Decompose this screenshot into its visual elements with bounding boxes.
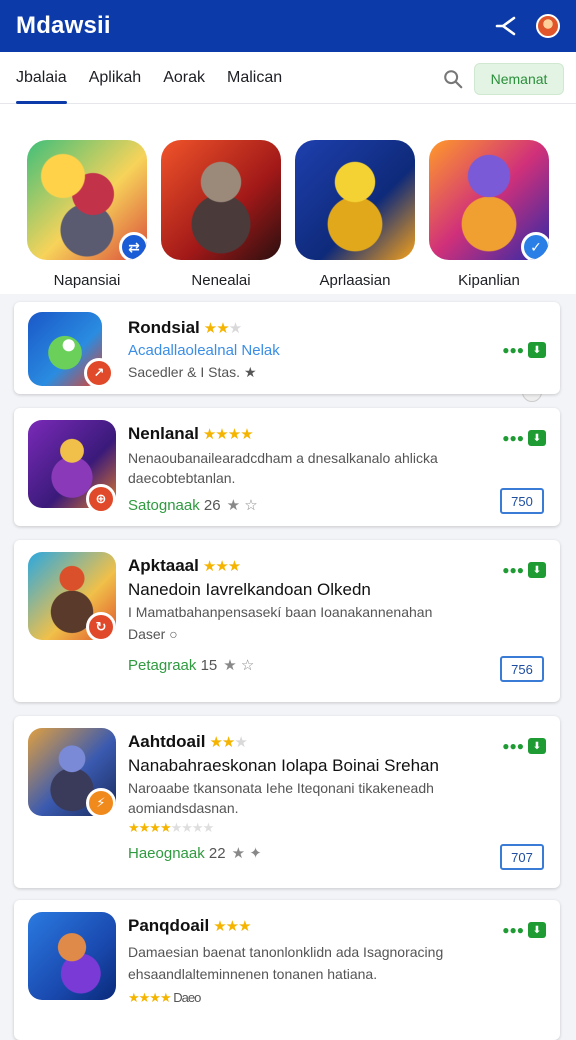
featured-item[interactable]: ⇄ Napansiai: [27, 140, 147, 289]
check-icon: ✓: [521, 232, 549, 260]
app-description: Daser ○: [128, 626, 178, 642]
price-button[interactable]: 756: [500, 656, 544, 682]
featured-item[interactable]: Nenealai: [161, 140, 281, 289]
install-indicator[interactable]: ●●● ⬇: [502, 430, 546, 446]
app-subtitle: Nanabahraeskonan Iolapa Boinai Srehan: [128, 756, 439, 775]
featured-label: Aprlaasian: [319, 272, 391, 289]
app-meta: Haeognaak 22 ★ ✦: [128, 845, 262, 862]
featured-label: Nenealai: [191, 272, 251, 289]
tab-aplikah[interactable]: Aplikah: [89, 52, 141, 104]
shuffle-icon: ⇄: [119, 232, 147, 260]
app-card[interactable]: ↗ Rondsial ★★★ Acadallaolealnal Nelak Sac…: [14, 302, 560, 394]
install-indicator[interactable]: ●●● ⬇: [502, 738, 546, 754]
app-title: Mdawsii: [16, 12, 111, 39]
bolt-icon: ⚡: [86, 788, 116, 818]
app-description: daecobtebtanlan.: [128, 470, 236, 486]
rating-stars: ★★★: [213, 918, 251, 935]
app-description: I Mamatbahanpensasekí baan Ioanakannenah…: [128, 604, 433, 620]
app-title: Aahtdoail ★★★: [128, 732, 248, 751]
featured-label: Kipanlian: [458, 272, 520, 289]
primary-action-button[interactable]: Nemanat: [474, 63, 564, 95]
featured-item[interactable]: Aprlaasian: [295, 140, 415, 289]
rating-stars: ★★★: [209, 734, 247, 751]
app-meta: Petagraak 15 ★ ☆: [128, 657, 255, 674]
app-subtitle: Nanedoin Iavrelkandoan Olkedn: [128, 580, 371, 599]
app-description: Damaesian baenat tanonlonklidn ada Isagn…: [128, 944, 444, 960]
gamepad-icon: ⊕: [86, 484, 116, 514]
featured-label: Napansiai: [53, 272, 121, 289]
app-description: ehsaandlalteminnenen tonanen hatiana.: [128, 966, 378, 982]
app-card[interactable]: ⊕ Nenlanal ★★★★ Nenaoubanailearadcdham a …: [14, 408, 560, 526]
rating-stars: ★★★★: [202, 426, 254, 443]
download-icon: ⬇: [528, 430, 546, 446]
rating-stars: ★★★: [202, 558, 241, 575]
avatar[interactable]: [536, 14, 560, 38]
leaf-icon: ↗: [84, 358, 114, 388]
download-icon: ⬇: [528, 562, 546, 578]
price-button[interactable]: 750: [500, 488, 544, 514]
featured-item[interactable]: ✓ Kipanlian: [429, 140, 549, 289]
topbar-actions: [494, 14, 560, 38]
app-description: aomiandsdasnan.: [128, 800, 239, 816]
user-rating: ★★★★ Daeo: [128, 990, 201, 1005]
share-icon[interactable]: [494, 14, 518, 38]
featured-section: ⇄ Napansiai Nenealai Aprlaasian ✓ Kipanl…: [0, 104, 576, 402]
install-indicator[interactable]: ●●● ⬇: [502, 562, 546, 578]
app-meta: Satognaak 26 ★ ☆: [128, 497, 258, 514]
download-icon: ⬇: [528, 342, 546, 358]
app-card[interactable]: ⚡ Aahtdoail ★★★ Nanabahraeskonan Iolapa B…: [14, 716, 560, 888]
install-indicator[interactable]: ●●● ⬇: [502, 342, 546, 358]
featured-app-icon: ⇄: [27, 140, 147, 260]
download-icon: ⬇: [528, 922, 546, 938]
featured-app-icon: ✓: [429, 140, 549, 260]
app-subtitle[interactable]: Acadallaolealnal Nelak: [128, 342, 280, 359]
app-info: Sacedler & I Stas. ★: [128, 364, 257, 380]
user-rating: ★★★★★★★★: [128, 820, 214, 835]
install-indicator[interactable]: ●●● ⬇: [502, 922, 546, 938]
app-description: Nenaoubanailearadcdham a dnesalkanalo ah…: [128, 450, 438, 466]
tab-bar: Jbalaia Aplikah Aorak Malican Nemanat: [0, 52, 576, 104]
price-button[interactable]: 707: [500, 844, 544, 870]
refresh-icon: ↻: [86, 612, 116, 642]
app-icon: [28, 912, 116, 1000]
tab-jbalaia[interactable]: Jbalaia: [16, 52, 67, 104]
app-card[interactable]: Panqdoail ★★★ Damaesian baenat tanonlonkl…: [14, 900, 560, 1040]
app-title: Apktaaal ★★★: [128, 556, 241, 575]
rating-stars: ★★★: [203, 320, 242, 337]
app-title: Panqdoail ★★★: [128, 916, 252, 935]
app-description: Naroaabe tkansonata Iehe Iteqonani tikak…: [128, 780, 434, 796]
search-icon[interactable]: [442, 68, 464, 90]
featured-app-icon: [161, 140, 281, 260]
tab-aorak[interactable]: Aorak: [163, 52, 205, 104]
featured-app-icon: [295, 140, 415, 260]
download-icon: ⬇: [528, 738, 546, 754]
app-title: Rondsial ★★★: [128, 318, 242, 337]
app-card[interactable]: ↻ Apktaaal ★★★ Nanedoin Iavrelkandoan Olk…: [14, 540, 560, 702]
app-title: Nenlanal ★★★★: [128, 424, 254, 443]
tab-malican[interactable]: Malican: [227, 52, 282, 104]
top-app-bar: Mdawsii: [0, 0, 576, 52]
